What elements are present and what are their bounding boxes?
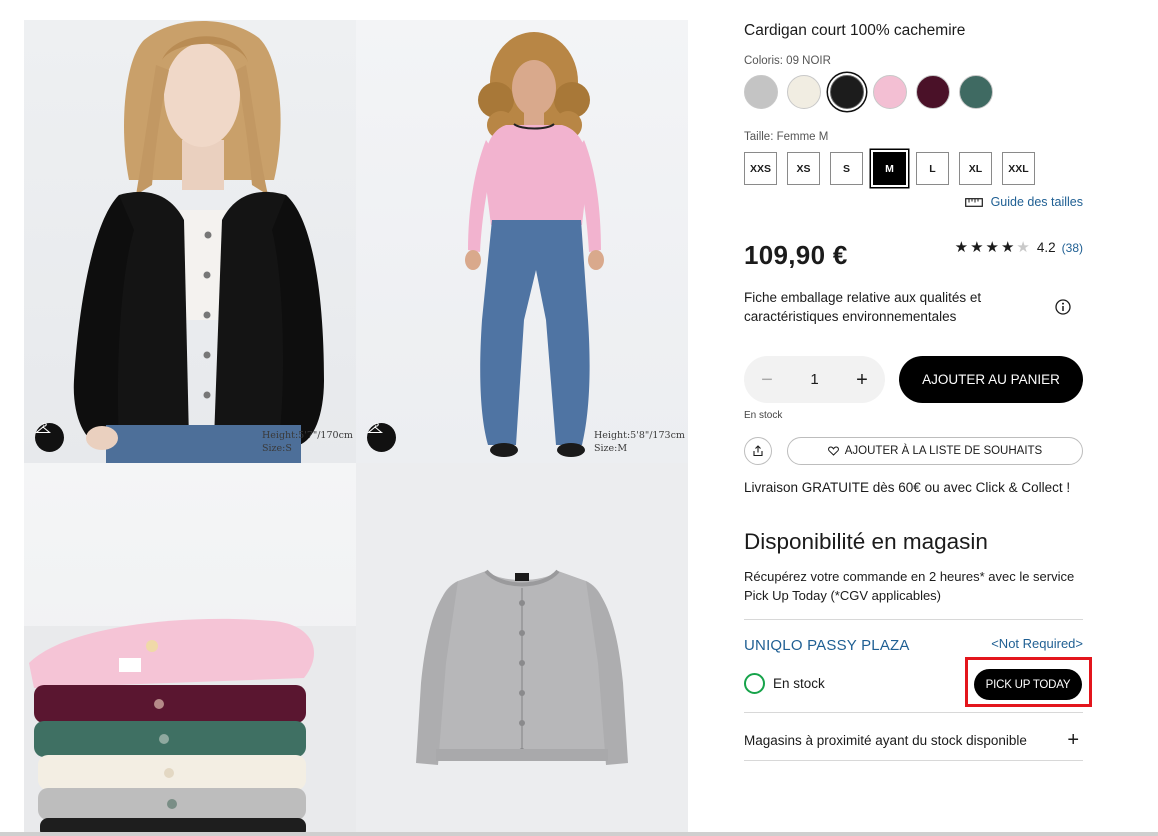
hanger-icon	[367, 423, 383, 434]
try-on-hanger-button[interactable]	[35, 423, 64, 452]
share-button[interactable]	[744, 437, 772, 465]
product-image-grey-cardigan[interactable]	[356, 463, 688, 832]
model-height: Height:5'8"/173cm	[594, 430, 685, 441]
nearby-stores-label: Magasins à proximité ayant du stock disp…	[744, 732, 1027, 748]
size-guide-link[interactable]: Guide des tailles	[964, 195, 1083, 209]
black-cardigan-illustration	[73, 20, 324, 463]
eco-info-text: Fiche emballage relative aux qualités et…	[744, 290, 982, 324]
delivery-info: Livraison GRATUITE dès 60€ ou avec Click…	[744, 480, 1071, 495]
color-label: Coloris: 09 NOIR	[744, 55, 831, 67]
plus-icon: +	[1067, 729, 1079, 751]
size-option-l[interactable]: L	[916, 152, 949, 185]
pink-cardigan-illustration	[465, 32, 604, 457]
divider	[744, 712, 1083, 713]
share-icon	[753, 445, 763, 457]
product-image-cardigan-stack[interactable]	[24, 463, 356, 832]
cardigan-stack-illustration	[24, 618, 356, 832]
store-stock-status: En stock	[744, 673, 825, 694]
color-swatches	[744, 75, 993, 109]
product-price: 109,90 €	[744, 240, 848, 270]
star-filled-icon: ★	[970, 239, 984, 256]
size-selector: XXS XS S M L XL XXL	[744, 152, 1035, 185]
nearby-stores-accordion[interactable]: Magasins à proximité ayant du stock disp…	[744, 730, 1083, 750]
store-name-link[interactable]: UNIQLO PASSY PLAZA	[744, 637, 910, 654]
model-size: Size:M	[594, 443, 628, 454]
product-title: Cardigan court 100% cachemire	[744, 22, 966, 39]
quantity-decrease-button[interactable]: −	[758, 370, 776, 390]
model-height: Height:5'7"/170cm	[262, 430, 353, 441]
size-label: Taille: Femme M	[744, 131, 829, 143]
size-option-xxl[interactable]: XXL	[1002, 152, 1035, 185]
grey-cardigan-illustration	[416, 569, 628, 765]
color-swatch-wine[interactable]	[916, 75, 950, 109]
star-filled-icon: ★	[985, 239, 999, 256]
size-option-xxs[interactable]: XXS	[744, 152, 777, 185]
color-swatch-pink[interactable]	[873, 75, 907, 109]
star-empty-icon: ★	[1016, 239, 1030, 256]
hanger-icon	[35, 423, 51, 434]
heart-icon	[827, 446, 839, 456]
color-swatch-black[interactable]	[830, 75, 864, 109]
wishlist-label: AJOUTER À LA LISTE DE SOUHAITS	[844, 445, 1043, 457]
product-rating[interactable]: ★ ★ ★ ★ ★ 4.2 (38)	[955, 240, 1083, 255]
size-option-s[interactable]: S	[830, 152, 863, 185]
not-required-link[interactable]: <Not Required>	[991, 636, 1083, 651]
size-option-xs[interactable]: XS	[787, 152, 820, 185]
quantity-increase-button[interactable]: +	[853, 370, 871, 390]
model-info-1: Height:5'7"/170cm Size:S	[262, 429, 353, 455]
try-on-hanger-button-2[interactable]	[367, 423, 396, 452]
star-filled-icon: ★	[954, 239, 969, 256]
divider	[744, 760, 1083, 761]
size-guide-label: Guide des tailles	[990, 195, 1083, 209]
add-to-cart-button[interactable]: AJOUTER AU PANIER	[899, 356, 1083, 403]
stock-status: En stock	[744, 410, 783, 421]
product-image-black-cardigan[interactable]: Height:5'7"/170cm Size:S	[24, 20, 356, 463]
pick-up-today-button[interactable]: PICK UP TODAY	[974, 669, 1082, 700]
rating-value: 4.2	[1036, 240, 1056, 255]
star-filled-icon: ★	[1000, 239, 1015, 256]
store-availability-description: Récupérez votre commande en 2 heures* av…	[744, 569, 1075, 603]
store-stock-label: En stock	[773, 676, 825, 691]
review-count-link[interactable]: (38)	[1062, 241, 1083, 255]
model-size: Size:S	[262, 443, 292, 454]
in-stock-circle-icon	[744, 673, 765, 694]
product-gallery: Height:5'7"/170cm Size:S Height:5'8"/173…	[24, 20, 688, 832]
model-info-2: Height:5'8"/173cm Size:M	[594, 429, 685, 455]
color-swatch-gray[interactable]	[744, 75, 778, 109]
store-availability-title: Disponibilité en magasin	[744, 529, 988, 554]
horizontal-scrollbar[interactable]	[0, 832, 1158, 836]
ruler-icon	[964, 197, 983, 207]
add-to-wishlist-button[interactable]: AJOUTER À LA LISTE DE SOUHAITS	[787, 437, 1083, 465]
size-option-xl[interactable]: XL	[959, 152, 992, 185]
quantity-stepper: − 1 +	[744, 356, 885, 403]
size-option-m[interactable]: M	[873, 152, 906, 185]
info-icon[interactable]	[1055, 299, 1071, 315]
quantity-value: 1	[810, 371, 819, 388]
color-swatch-offwhite[interactable]	[787, 75, 821, 109]
color-swatch-green[interactable]	[959, 75, 993, 109]
divider	[744, 619, 1083, 620]
product-image-pink-cardigan[interactable]: Height:5'8"/173cm Size:M	[356, 20, 688, 463]
